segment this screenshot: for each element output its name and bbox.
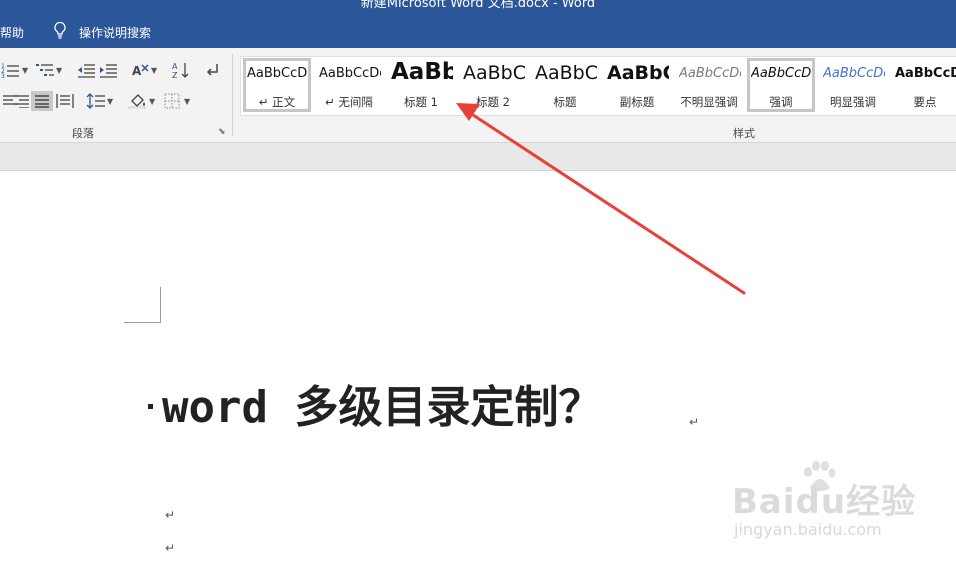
annotation-arrow-shaft (468, 111, 746, 295)
watermark-brand: Baidu经验 (732, 482, 917, 522)
watermark-url: jingyan.baidu.com (734, 520, 882, 539)
baidu-watermark: Baidu经验 jingyan.baidu.com (732, 460, 932, 546)
